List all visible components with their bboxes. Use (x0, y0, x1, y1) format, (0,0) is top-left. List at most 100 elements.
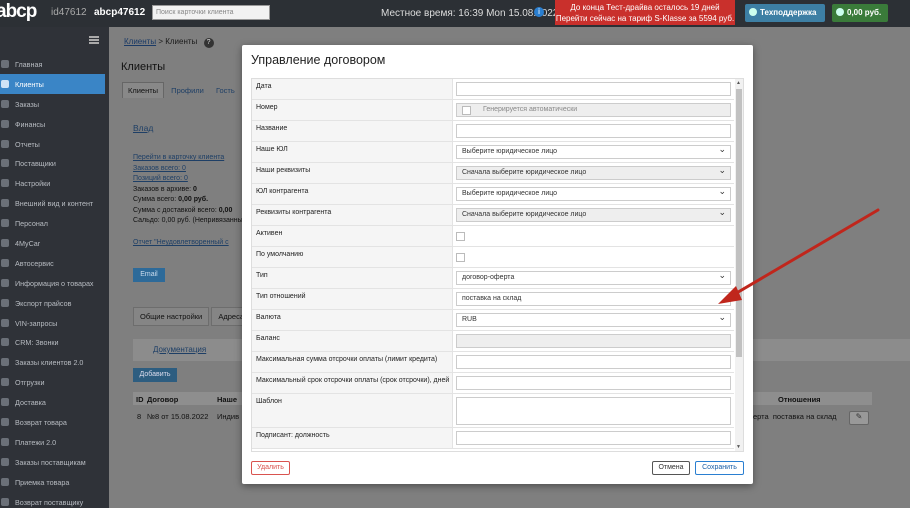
sidebar-item-4[interactable]: Отчеты (0, 134, 105, 154)
form-input[interactable] (456, 334, 731, 348)
sidebar-item-5[interactable]: Поставщики (0, 153, 105, 173)
form-input[interactable] (456, 82, 731, 96)
form-select[interactable]: договор-оферта (456, 270, 731, 285)
sidebar-item-icon (1, 179, 9, 188)
form-select[interactable]: Сначала выберите юридическое лицо (456, 165, 731, 180)
number-field[interactable]: Генерируется автоматически (456, 103, 731, 117)
form-row-label: Шаблон (252, 394, 453, 427)
balance-button[interactable]: 0,00 руб. (832, 4, 888, 22)
sidebar-item-10[interactable]: Автосервис (0, 253, 105, 273)
form-row-label: По умолчанию (252, 247, 453, 267)
report-link[interactable]: Отчет "Неудовлетворенный с (133, 239, 229, 246)
documentation-link[interactable]: Документация (133, 339, 243, 361)
email-button[interactable]: Email (133, 268, 165, 282)
subtab-general-settings[interactable]: Общие настройки (133, 307, 210, 326)
form-select[interactable]: Сначала выберите юридическое лицо (456, 207, 731, 222)
sidebar-item-15[interactable]: Заказы клиентов 2.0 (0, 352, 105, 372)
breadcrumb-separator: > (158, 37, 163, 46)
tab-guest[interactable]: Гость (211, 83, 240, 98)
positions-total-link[interactable]: Позиций всего: 0 (133, 174, 243, 185)
sidebar-item-11[interactable]: Информация о товарах (0, 273, 105, 293)
info-icon[interactable]: i (534, 7, 544, 17)
sidebar-item-20[interactable]: Заказы поставщикам (0, 452, 105, 472)
form-checkbox[interactable] (456, 232, 465, 241)
cancel-button[interactable]: Отмена (652, 461, 690, 475)
form-row-label: ЮЛ контрагента (252, 184, 453, 204)
table-row[interactable]: 8 №8 от 15.08.2022 Индив (133, 405, 243, 427)
sidebar-item-3[interactable]: Финансы (0, 114, 105, 134)
edit-icon[interactable]: ✎ (849, 411, 869, 425)
sidebar-item-icon (1, 497, 9, 506)
sidebar-item-icon (1, 338, 9, 347)
autogen-label: Генерируется автоматически (483, 106, 578, 113)
form-input[interactable] (456, 355, 731, 369)
autogen-checkbox[interactable] (462, 106, 471, 115)
subtabs: Общие настройки Адреса д (133, 307, 258, 326)
save-button[interactable]: Сохранить (695, 461, 744, 475)
sidebar-item-17[interactable]: Доставка (0, 392, 105, 412)
form-select[interactable]: Выберите юридическое лицо (456, 186, 731, 201)
add-button[interactable]: Добавить (133, 368, 177, 382)
breadcrumb-link-clients[interactable]: Клиенты (124, 37, 156, 46)
trial-alert-line2: Перейти сейчас на тариф S-Klasse за 5594… (555, 14, 735, 23)
scroll-down-icon[interactable]: ▼ (736, 444, 741, 450)
form-row-label: Тип отношений (252, 289, 453, 309)
form-input[interactable] (456, 376, 731, 390)
sidebar-item-19[interactable]: Платежи 2.0 (0, 432, 105, 452)
sum-delivery: Сумма с доставкой всего: 0,00 (133, 206, 243, 217)
sidebar-item-label: Отгрузки (15, 378, 45, 388)
sidebar-item-7[interactable]: Внешний вид и контент (0, 193, 105, 213)
sidebar-item-2[interactable]: Заказы (0, 94, 105, 114)
trial-alert-banner[interactable]: До конца Тест-драйва осталось 19 дней Пе… (555, 0, 735, 25)
sidebar-item-14[interactable]: CRM: Звонки (0, 332, 105, 352)
help-icon[interactable]: ? (203, 38, 214, 48)
sidebar-item-13[interactable]: VIN-запросы (0, 313, 105, 333)
sidebar-item-label: Главная (15, 60, 43, 69)
support-button[interactable]: Техподдержка (745, 4, 825, 22)
contract-form: Дата Номер Генерируется автоматически Назва… (252, 79, 734, 449)
menu-icon[interactable] (89, 36, 99, 44)
tab-profiles[interactable]: Профили (166, 83, 209, 98)
sidebar-item-9[interactable]: 4MyCar (0, 233, 105, 253)
form-input[interactable]: поставка на склад (456, 292, 731, 306)
sidebar-item-label: Внешний вид и контент (15, 199, 94, 209)
top-bar: abcp id47612 abcp47612 Поиск карточки кл… (0, 0, 910, 27)
form-textarea[interactable] (456, 397, 731, 425)
sidebar-item-21[interactable]: Приемка товара (0, 472, 105, 492)
sidebar-item-label: Платежи 2.0 (15, 437, 57, 447)
sidebar-item-icon (1, 437, 9, 446)
sidebar-item-icon (1, 477, 9, 486)
cell-contract: №8 от 15.08.2022 (147, 412, 209, 421)
form-checkbox[interactable] (456, 253, 465, 262)
form-row-label: Наше ЮЛ (252, 142, 453, 162)
contracts-table: ID Договор Наше 8 №8 от 15.08.2022 Индив (133, 392, 243, 427)
sidebar-item-icon (1, 318, 9, 327)
breadcrumb-current: Клиенты (165, 37, 198, 46)
form-select[interactable]: RUB (456, 312, 731, 327)
sum-total-label: Сумма всего: (133, 196, 179, 203)
form-input[interactable] (456, 431, 731, 445)
sum-delivery-label: Сумма с доставкой всего: (133, 206, 219, 214)
sidebar-item-icon (1, 239, 9, 248)
client-card-link[interactable]: Перейти в карточку клиента (133, 153, 243, 164)
sidebar-item-icon (1, 298, 9, 307)
form-input[interactable] (456, 124, 731, 138)
client-name-link[interactable]: Влад (133, 123, 153, 133)
orders-total-link[interactable]: Заказов всего: 0 (133, 164, 243, 175)
delete-button[interactable]: Удалить (251, 461, 290, 475)
sidebar-item-16[interactable]: Отгрузки (0, 372, 105, 392)
scroll-up-icon[interactable]: ▲ (736, 80, 741, 86)
tab-clients[interactable]: Клиенты (122, 82, 165, 98)
sidebar-item-6[interactable]: Настройки (0, 173, 105, 193)
form-row-label: Баланс (252, 331, 453, 351)
sidebar-item-12[interactable]: Экспорт прайсов (0, 293, 105, 313)
client-search-input[interactable]: Поиск карточки клиента (152, 5, 270, 20)
app-logo[interactable]: abcp (0, 1, 37, 23)
form-select[interactable]: Выберите юридическое лицо (456, 144, 731, 159)
sidebar-item-22[interactable]: Возврат поставщику (0, 492, 105, 508)
form-row-label: Номер (252, 100, 453, 120)
sidebar-item-0[interactable]: Главная (0, 54, 105, 74)
sidebar-item-1[interactable]: Клиенты (0, 73, 105, 94)
sidebar-item-18[interactable]: Возврат товара (0, 412, 105, 432)
sidebar-item-8[interactable]: Персонал (0, 213, 105, 233)
